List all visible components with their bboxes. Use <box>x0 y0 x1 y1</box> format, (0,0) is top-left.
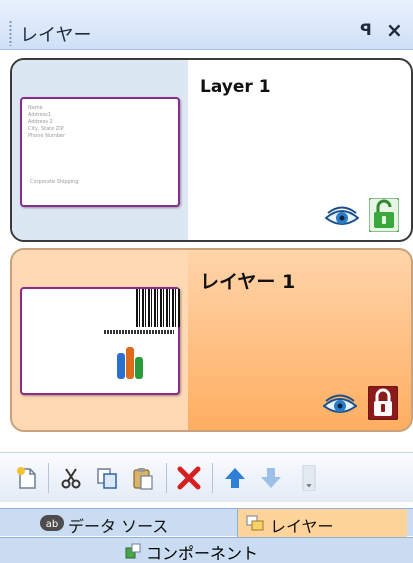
paste-icon[interactable] <box>130 465 156 491</box>
layer-name: レイヤー 1 <box>200 271 296 293</box>
tab-data-source-label: データ ソース <box>68 517 169 536</box>
cut-icon[interactable] <box>58 465 84 491</box>
layer-thumbnail-pane <box>12 250 188 430</box>
toolbar-separator <box>212 463 213 493</box>
layer-name: Layer 1 <box>200 77 271 97</box>
move-up-icon[interactable] <box>222 465 248 491</box>
unlocked-padlock-icon[interactable] <box>369 198 399 232</box>
grip-handle-icon[interactable] <box>9 20 12 46</box>
svg-text:ab: ab <box>46 519 58 530</box>
components-icon <box>125 543 141 559</box>
eye-icon[interactable] <box>323 394 357 416</box>
panel-tab-row: ab データ ソース レイヤー <box>0 508 413 537</box>
chart-bar-graphic <box>126 347 134 379</box>
tab-layer[interactable]: レイヤー <box>237 509 407 537</box>
locked-padlock-icon[interactable] <box>368 386 398 420</box>
text-field-icon: ab <box>40 515 64 531</box>
close-icon[interactable]: × <box>386 18 403 42</box>
delete-icon[interactable] <box>176 465 202 491</box>
qr-code-graphic <box>136 289 180 327</box>
tab-components[interactable]: コンポーネント <box>120 538 320 563</box>
toolbar-separator <box>48 463 49 493</box>
layer-toolbar <box>0 452 413 502</box>
layer-thumbnail-pane: Name Address1 Address 2 City, State ZIP … <box>12 60 188 240</box>
new-layer-icon[interactable] <box>14 465 40 491</box>
move-down-icon[interactable] <box>258 465 284 491</box>
panel-title: レイヤー <box>20 25 92 46</box>
eye-icon[interactable] <box>325 206 359 228</box>
layer-thumbnail: Name Address1 Address 2 City, State ZIP … <box>20 97 180 207</box>
tab-components-label: コンポーネント <box>146 544 259 563</box>
thumbnail-address-text: Name Address1 Address 2 City, State ZIP … <box>28 105 66 139</box>
thumbnail-footer-text: Corporate Shipping <box>30 179 79 185</box>
layer-item-layer-jp-1[interactable]: レイヤー 1 <box>10 248 413 432</box>
panel-title-bar: レイヤー ꟼ × <box>0 0 413 50</box>
pin-icon[interactable]: ꟼ <box>360 20 372 39</box>
barcode-graphic <box>104 330 174 334</box>
layer-thumbnail <box>20 287 180 395</box>
copy-icon[interactable] <box>94 465 120 491</box>
panel-tab-row-bottom: コンポーネント <box>0 537 413 563</box>
overflow-icon[interactable] <box>300 465 318 491</box>
layers-icon <box>246 515 264 531</box>
layer-item-layer-1[interactable]: Name Address1 Address 2 City, State ZIP … <box>10 58 413 242</box>
chart-bar-graphic <box>117 353 125 379</box>
toolbar-separator <box>166 463 167 493</box>
chart-bar-graphic <box>135 357 143 379</box>
tab-layer-label: レイヤー <box>270 517 334 536</box>
tab-data-source[interactable]: ab データ ソース <box>40 509 237 537</box>
